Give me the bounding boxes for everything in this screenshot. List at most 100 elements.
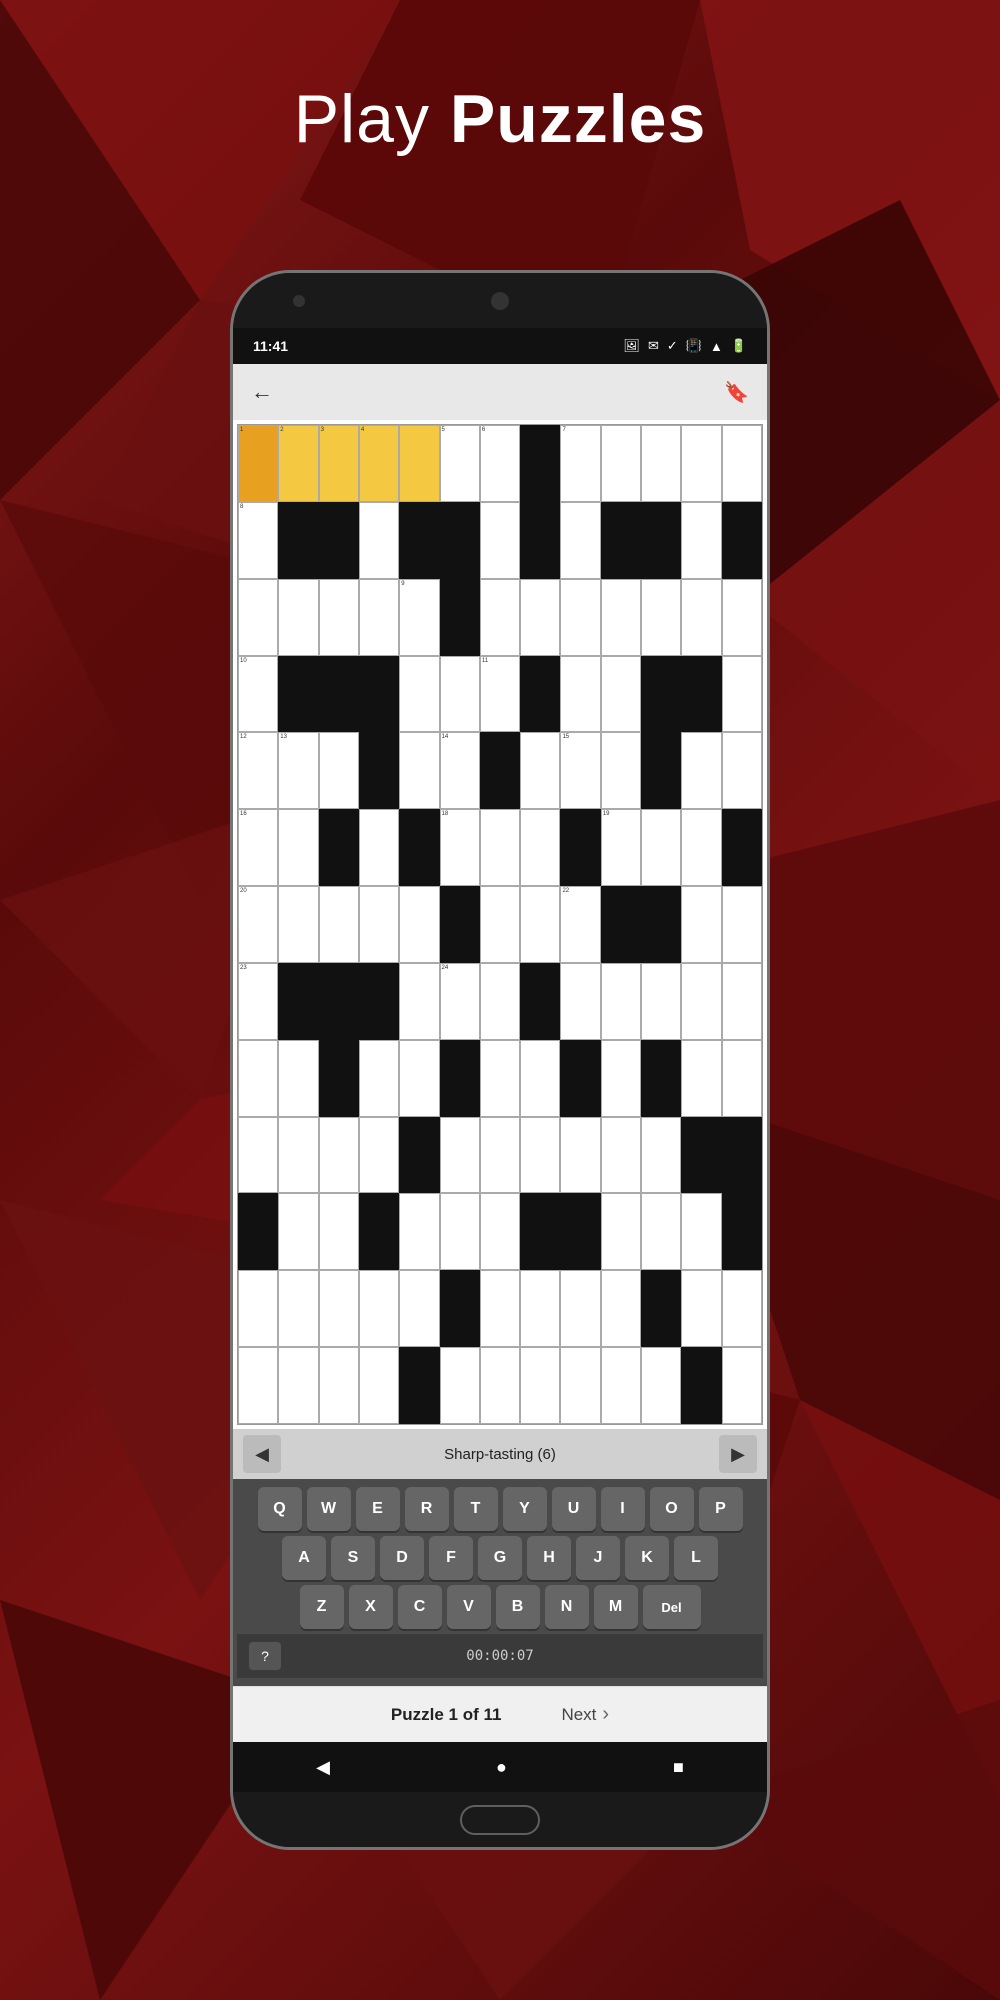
grid-cell[interactable] — [440, 886, 480, 963]
grid-cell[interactable] — [359, 1347, 399, 1424]
key-l[interactable]: L — [674, 1536, 718, 1580]
crossword-grid[interactable]: 12345678910111213141516181920222324 — [237, 424, 763, 1425]
grid-cell[interactable] — [722, 809, 762, 886]
android-recent-button[interactable]: ■ — [673, 1757, 684, 1778]
key-w[interactable]: W — [307, 1487, 351, 1531]
grid-cell[interactable] — [359, 1117, 399, 1194]
grid-cell[interactable] — [480, 1040, 520, 1117]
grid-cell[interactable] — [722, 1347, 762, 1424]
grid-cell[interactable] — [399, 886, 439, 963]
grid-cell[interactable] — [722, 425, 762, 502]
grid-cell[interactable] — [480, 886, 520, 963]
grid-cell[interactable] — [480, 579, 520, 656]
grid-cell[interactable] — [641, 1347, 681, 1424]
grid-cell[interactable] — [399, 809, 439, 886]
grid-cell[interactable]: 18 — [440, 809, 480, 886]
key-m[interactable]: M — [594, 1585, 638, 1629]
grid-cell[interactable] — [681, 425, 721, 502]
grid-cell[interactable] — [641, 1270, 681, 1347]
grid-cell[interactable] — [681, 1117, 721, 1194]
grid-cell[interactable] — [601, 425, 641, 502]
android-home-button[interactable]: ● — [496, 1757, 507, 1778]
grid-cell[interactable] — [722, 1040, 762, 1117]
grid-cell[interactable] — [319, 732, 359, 809]
grid-cell[interactable] — [681, 886, 721, 963]
delete-key[interactable]: Del — [643, 1585, 701, 1629]
grid-cell[interactable] — [440, 1117, 480, 1194]
back-button[interactable]: ← — [251, 379, 273, 405]
grid-cell[interactable]: 7 — [560, 425, 600, 502]
grid-cell[interactable]: 8 — [238, 502, 278, 579]
grid-cell[interactable] — [399, 1040, 439, 1117]
grid-cell[interactable] — [601, 1347, 641, 1424]
key-i[interactable]: I — [601, 1487, 645, 1531]
grid-cell[interactable] — [681, 809, 721, 886]
grid-cell[interactable] — [359, 963, 399, 1040]
grid-cell[interactable]: 12 — [238, 732, 278, 809]
grid-cell[interactable] — [399, 656, 439, 733]
grid-cell[interactable] — [319, 502, 359, 579]
grid-cell[interactable] — [641, 886, 681, 963]
grid-cell[interactable] — [480, 963, 520, 1040]
grid-cell[interactable] — [278, 1270, 318, 1347]
grid-cell[interactable] — [319, 656, 359, 733]
grid-cell[interactable] — [601, 1193, 641, 1270]
next-clue-button[interactable]: ▶ — [719, 1435, 757, 1473]
grid-cell[interactable] — [601, 502, 641, 579]
grid-cell[interactable] — [520, 732, 560, 809]
grid-cell[interactable]: 6 — [480, 425, 520, 502]
grid-cell[interactable] — [278, 656, 318, 733]
grid-cell[interactable]: 2 — [278, 425, 318, 502]
grid-cell[interactable] — [601, 1040, 641, 1117]
grid-cell[interactable] — [641, 963, 681, 1040]
grid-cell[interactable]: 9 — [399, 579, 439, 656]
grid-cell[interactable] — [601, 732, 641, 809]
grid-cell[interactable] — [560, 963, 600, 1040]
key-x[interactable]: X — [349, 1585, 393, 1629]
grid-cell[interactable] — [480, 1193, 520, 1270]
grid-cell[interactable]: 11 — [480, 656, 520, 733]
key-h[interactable]: H — [527, 1536, 571, 1580]
grid-cell[interactable] — [722, 579, 762, 656]
grid-cell[interactable] — [278, 886, 318, 963]
grid-cell[interactable] — [319, 886, 359, 963]
grid-cell[interactable] — [601, 656, 641, 733]
grid-cell[interactable]: 3 — [319, 425, 359, 502]
grid-cell[interactable] — [641, 1193, 681, 1270]
grid-cell[interactable] — [560, 579, 600, 656]
key-f[interactable]: F — [429, 1536, 473, 1580]
grid-cell[interactable] — [520, 1193, 560, 1270]
grid-cell[interactable] — [722, 656, 762, 733]
grid-cell[interactable] — [560, 1347, 600, 1424]
grid-cell[interactable] — [238, 1347, 278, 1424]
grid-cell[interactable]: 20 — [238, 886, 278, 963]
android-back-button[interactable]: ◀ — [316, 1757, 330, 1778]
grid-cell[interactable] — [601, 963, 641, 1040]
key-k[interactable]: K — [625, 1536, 669, 1580]
grid-cell[interactable] — [480, 732, 520, 809]
grid-cell[interactable] — [520, 1270, 560, 1347]
grid-cell[interactable] — [560, 1270, 600, 1347]
key-r[interactable]: R — [405, 1487, 449, 1531]
grid-cell[interactable] — [319, 809, 359, 886]
next-puzzle-button[interactable]: Next › — [561, 1703, 609, 1726]
grid-cell[interactable] — [480, 502, 520, 579]
key-o[interactable]: O — [650, 1487, 694, 1531]
key-y[interactable]: Y — [503, 1487, 547, 1531]
grid-cell[interactable] — [399, 1347, 439, 1424]
grid-cell[interactable] — [359, 1040, 399, 1117]
key-e[interactable]: E — [356, 1487, 400, 1531]
grid-cell[interactable] — [681, 1347, 721, 1424]
grid-cell[interactable] — [440, 1193, 480, 1270]
grid-cell[interactable] — [440, 502, 480, 579]
grid-cell[interactable] — [601, 1117, 641, 1194]
grid-cell[interactable]: 4 — [359, 425, 399, 502]
grid-cell[interactable] — [681, 579, 721, 656]
grid-cell[interactable] — [681, 1193, 721, 1270]
grid-cell[interactable] — [440, 1347, 480, 1424]
grid-cell[interactable] — [560, 502, 600, 579]
grid-cell[interactable] — [399, 1117, 439, 1194]
grid-cell[interactable] — [601, 1270, 641, 1347]
grid-cell[interactable] — [238, 579, 278, 656]
grid-cell[interactable] — [681, 1040, 721, 1117]
